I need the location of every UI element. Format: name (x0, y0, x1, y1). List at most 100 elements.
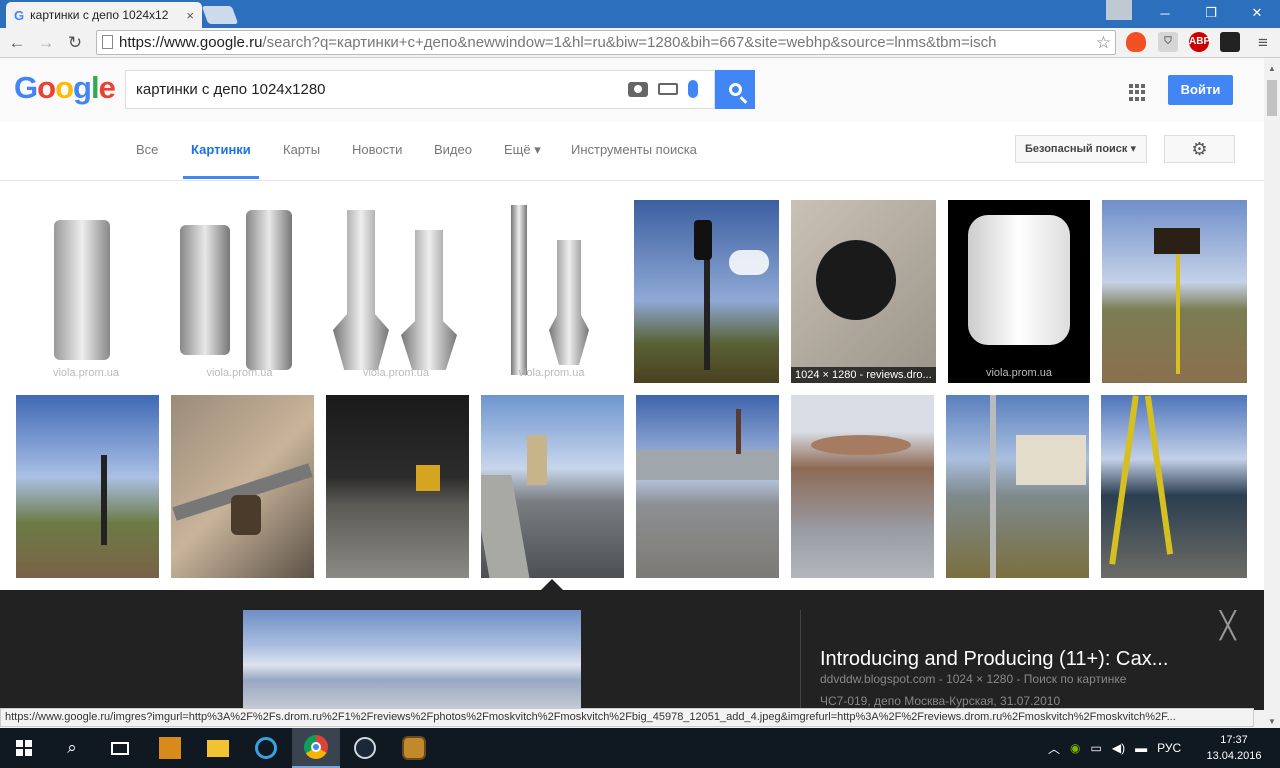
adblock-extension-icon[interactable]: ABP (1189, 32, 1210, 52)
viewer-title[interactable]: Introducing and Producing (11+): Сах... (820, 648, 1168, 671)
keyboard-icon[interactable] (658, 83, 678, 95)
reload-icon[interactable]: ↻ (64, 32, 86, 54)
clock-time: 17:37 (1220, 734, 1248, 746)
image-caption: 1024 × 1280 - reviews.dro... (791, 367, 936, 383)
page-scrollbar[interactable]: ▲ ▼ (1264, 58, 1280, 728)
menu-icon[interactable]: ≡ (1252, 32, 1274, 54)
search-tabs-bar: Все Картинки Карты Новости Видео Ещё ▾ И… (0, 122, 1264, 181)
logo-letter: e (98, 70, 116, 105)
windows-logo-icon (16, 740, 32, 756)
image-result[interactable] (171, 395, 314, 578)
page-icon (102, 35, 113, 49)
new-tab-button[interactable] (201, 6, 239, 24)
clock-date: 13.04.2016 (1206, 750, 1262, 762)
tab-close-icon[interactable]: × (186, 8, 194, 23)
language-indicator[interactable]: РУС (1157, 741, 1181, 755)
bookmark-star-icon[interactable]: ☆ (1096, 31, 1111, 54)
url-host: https://www.google.ru (119, 34, 263, 51)
image-result[interactable] (1102, 200, 1247, 383)
image-viewer-panel: Introducing and Producing (11+): Сах... … (0, 590, 1264, 710)
close-viewer-icon[interactable]: ╳ (1220, 610, 1236, 641)
user-profile-icon[interactable] (1106, 0, 1132, 20)
flame-extension-icon[interactable] (1126, 32, 1146, 52)
tab-images[interactable]: Картинки (191, 142, 251, 157)
microphone-icon[interactable] (688, 80, 698, 98)
tab-video[interactable]: Видео (434, 142, 472, 157)
hearthstone-app-icon[interactable] (390, 728, 438, 768)
image-result[interactable]: viola.prom.ua (323, 200, 469, 383)
image-result[interactable] (1101, 395, 1247, 578)
volume-icon[interactable]: ◀) (1112, 741, 1125, 755)
image-result[interactable] (791, 395, 934, 578)
close-window-button[interactable]: ✕ (1234, 0, 1280, 26)
forward-icon[interactable]: → (35, 32, 57, 54)
image-result[interactable] (326, 395, 469, 578)
scrollbar-thumb[interactable] (1267, 80, 1277, 116)
image-result[interactable] (634, 200, 779, 383)
shield-extension-icon[interactable]: ⛉ (1158, 32, 1178, 52)
csgo-app-icon[interactable] (146, 728, 194, 768)
scroll-up-icon[interactable]: ▲ (1268, 64, 1276, 73)
file-explorer-icon[interactable] (194, 728, 242, 768)
status-url-bar: https://www.google.ru/imgres?imgurl=http… (0, 708, 1254, 727)
chrome-app-icon[interactable] (292, 728, 340, 768)
image-results-grid: viola.prom.ua viola.prom.ua viola.prom.u… (0, 181, 1264, 590)
image-result[interactable]: viola.prom.ua (16, 200, 156, 383)
address-bar[interactable]: https://www.google.ru/search?q=картинки+… (96, 30, 1116, 55)
gear-icon: ⚙ (1191, 138, 1208, 159)
restore-button[interactable]: ❐ (1188, 0, 1234, 26)
nvidia-tray-icon[interactable]: ◉ (1070, 741, 1080, 755)
image-result[interactable] (946, 395, 1089, 578)
google-favicon-icon: G (14, 7, 25, 23)
signin-button[interactable]: Войти (1168, 75, 1233, 105)
back-icon[interactable]: ← (6, 32, 28, 54)
browser-tab-strip: G картинки с депо 1024x12 × ─ ❐ ✕ (0, 0, 1280, 28)
taskbar-clock[interactable]: 17:37 13.04.2016 (1204, 732, 1264, 764)
google-header: Google картинки с депо 1024x1280 Войти (0, 58, 1264, 122)
image-result[interactable]: viola.prom.ua (948, 200, 1090, 383)
tab-news[interactable]: Новости (352, 142, 402, 157)
logo-letter: G (14, 70, 38, 105)
logo-letter: o (37, 70, 56, 105)
viewer-meta[interactable]: ddvddw.blogspot.com - 1024 × 1280 - Поис… (820, 672, 1126, 686)
watermark: viola.prom.ua (52, 367, 120, 379)
google-logo[interactable]: Google (14, 70, 116, 106)
search-taskbar-icon[interactable]: ⌕ (48, 728, 96, 768)
logo-letter: g (73, 70, 92, 105)
image-result[interactable]: 1024 × 1280 - reviews.dro... (791, 200, 936, 383)
tab-title: картинки с депо 1024x12 (30, 8, 169, 22)
tab-maps[interactable]: Карты (283, 142, 320, 157)
image-result[interactable] (481, 395, 624, 578)
image-result[interactable] (16, 395, 159, 578)
browser-tab[interactable]: G картинки с депо 1024x12 × (6, 2, 202, 28)
logo-letter: o (55, 70, 74, 105)
search-input[interactable]: картинки с депо 1024x1280 (125, 70, 715, 109)
apps-grid-icon[interactable] (1129, 84, 1146, 101)
preview-image[interactable] (243, 610, 581, 710)
tab-all[interactable]: Все (136, 142, 158, 157)
search-button[interactable] (715, 70, 755, 109)
tab-more[interactable]: Ещё ▾ (504, 142, 541, 158)
network-icon[interactable]: ▭ (1091, 741, 1102, 755)
image-result[interactable]: viola.prom.ua (168, 200, 311, 383)
start-button[interactable] (0, 728, 48, 768)
task-view-icon[interactable] (96, 728, 144, 768)
window-controls: ─ ❐ ✕ (1106, 0, 1280, 26)
viewer-description: ЧС7-019, депо Москва-Курская, 31.07.2010 (820, 694, 1061, 708)
system-tray: ︿ ◉ ▭ ◀) ▬ РУС (1048, 728, 1181, 768)
safe-search-dropdown[interactable]: Безопасный поиск ▾ (1015, 135, 1147, 163)
ccleaner-app-icon[interactable] (242, 728, 290, 768)
keyboard-tray-icon[interactable]: ▬ (1135, 741, 1147, 755)
viewer-divider (800, 610, 801, 710)
scroll-down-icon[interactable]: ▼ (1268, 717, 1276, 726)
image-result[interactable]: viola.prom.ua (481, 200, 622, 383)
steam-app-icon[interactable] (341, 728, 389, 768)
image-result[interactable] (636, 395, 779, 578)
settings-button[interactable]: ⚙ (1164, 135, 1235, 163)
watermark: viola.prom.ua (362, 367, 430, 379)
camera-icon[interactable] (628, 81, 648, 97)
dark-extension-icon[interactable] (1220, 32, 1240, 52)
show-hidden-icons[interactable]: ︿ (1048, 740, 1060, 757)
tab-search-tools[interactable]: Инструменты поиска (571, 142, 697, 157)
minimize-button[interactable]: ─ (1142, 0, 1188, 26)
